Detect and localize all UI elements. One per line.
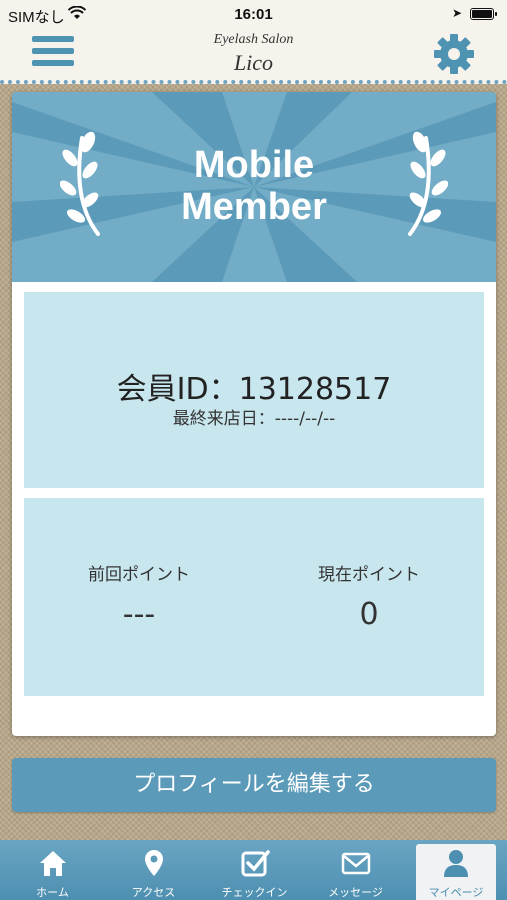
mobile-member-banner: Mobile Member	[12, 92, 496, 282]
checkbox-icon	[241, 850, 270, 877]
brand-subtitle: Eyelash Salon	[213, 32, 294, 47]
app-header: Eyelash Salon Lico	[0, 30, 507, 84]
previous-points: 前回ポイント ---	[24, 560, 254, 632]
current-points-value: 0	[359, 597, 379, 632]
tab-bar: ホーム アクセス チェックイン メッセージ マイページ	[0, 840, 507, 900]
brand-name: Lico	[233, 50, 274, 75]
tab-mypage-label: マイページ	[428, 886, 484, 899]
person-icon	[444, 850, 468, 877]
current-points: 現在ポイント 0	[254, 560, 484, 632]
envelope-icon	[341, 852, 370, 875]
tab-home-label: ホーム	[36, 886, 69, 899]
tab-checkin[interactable]: チェックイン	[204, 840, 305, 900]
laurel-right-icon	[408, 131, 448, 236]
current-points-label: 現在ポイント	[318, 565, 420, 585]
points-panel: 前回ポイント --- 現在ポイント 0	[24, 498, 484, 696]
tab-message[interactable]: メッセージ	[305, 840, 406, 900]
member-id-panel: 会員ID：13128517 最終来店日：----/--/--	[24, 292, 484, 488]
tab-checkin-label: チェックイン	[221, 886, 288, 899]
location-arrow-icon: ➤	[452, 6, 463, 20]
tab-mypage[interactable]: マイページ	[416, 844, 496, 900]
tab-home[interactable]: ホーム	[2, 840, 103, 900]
member-id: 会員ID：13128517	[116, 372, 392, 407]
last-visit-date: 最終来店日：----/--/--	[172, 409, 336, 429]
home-icon	[39, 851, 66, 876]
previous-points-value: ---	[122, 597, 156, 632]
tab-access[interactable]: アクセス	[103, 840, 204, 900]
previous-points-label: 前回ポイント	[88, 565, 190, 585]
member-card: Mobile Member 会員ID：13128517 最終来店日：----/-…	[12, 92, 496, 736]
gear-icon[interactable]	[432, 32, 476, 76]
map-pin-icon	[144, 850, 163, 876]
status-bar: SIMなし 16:01 ➤	[0, 0, 507, 30]
battery-icon	[470, 8, 497, 20]
clock: 16:01	[234, 6, 273, 23]
tab-access-label: アクセス	[131, 886, 176, 899]
edit-profile-button[interactable]: プロフィールを編集する	[12, 758, 496, 812]
tab-message-label: メッセージ	[328, 886, 383, 899]
brand-logo: Eyelash Salon Lico	[0, 32, 507, 76]
